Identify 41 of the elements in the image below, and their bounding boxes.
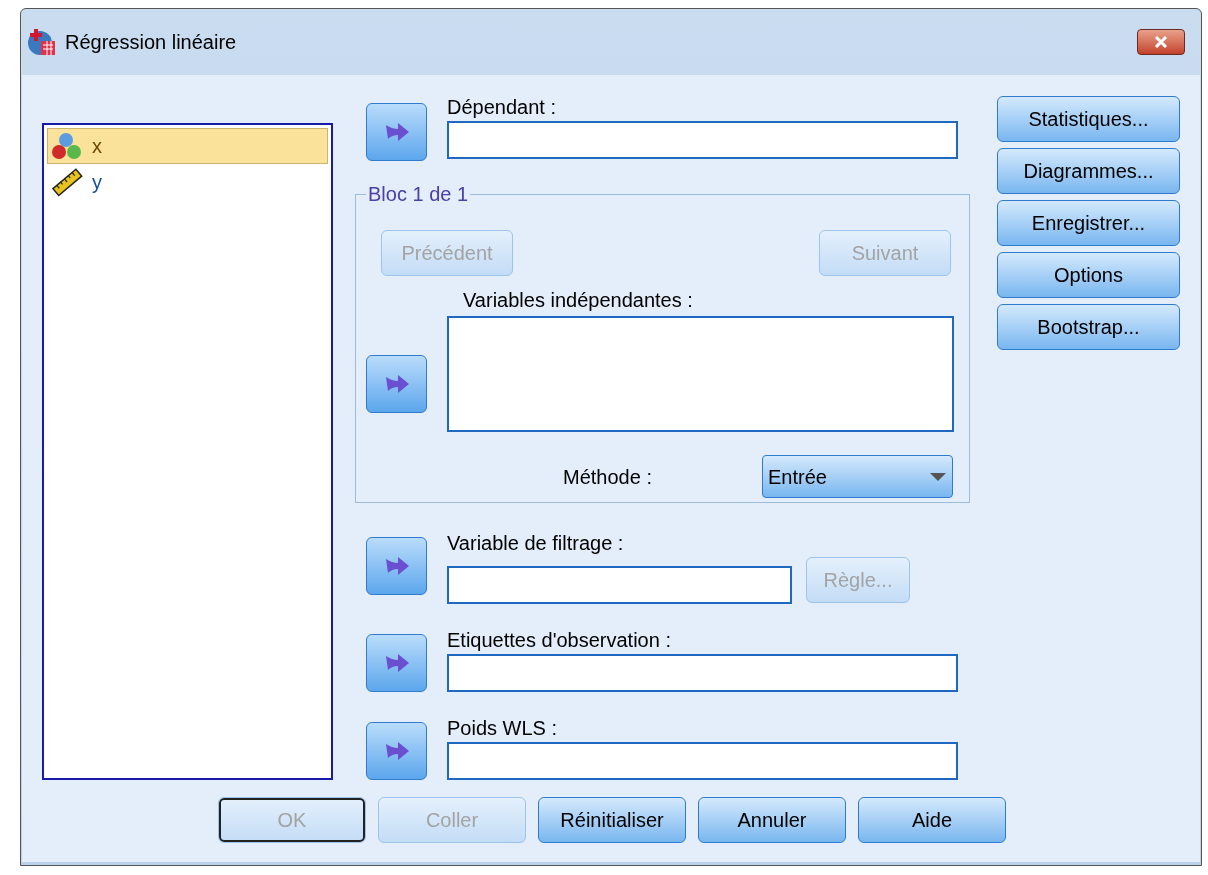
field-label: Variable de filtrage : <box>447 531 625 556</box>
variable-name: x <box>92 134 102 159</box>
input-field[interactable] <box>447 566 792 604</box>
input-field[interactable] <box>447 742 958 780</box>
arrow-icon <box>383 373 410 395</box>
close-icon <box>1154 36 1168 48</box>
field-label: Poids WLS : <box>447 716 559 741</box>
move-arrow-button[interactable] <box>366 537 427 595</box>
move-arrow-button[interactable] <box>366 634 427 692</box>
dialog-button[interactable]: Diagrammes... <box>997 148 1180 194</box>
field-label: Méthode : <box>563 464 652 489</box>
move-arrow-button[interactable] <box>366 103 427 161</box>
circles-icon <box>50 131 84 161</box>
field-label: Dépendant : <box>447 95 557 120</box>
close-button[interactable] <box>1137 29 1185 55</box>
dialog-button[interactable]: Statistiques... <box>997 96 1180 142</box>
input-field[interactable] <box>447 654 958 692</box>
input-field[interactable] <box>447 121 958 159</box>
dropdown-caret-icon <box>929 471 947 482</box>
variable-name: y <box>92 170 102 195</box>
dialog-button[interactable]: Options <box>997 252 1180 298</box>
field-label: Etiquettes d'observation : <box>447 628 672 653</box>
dialog-button[interactable]: Bootstrap... <box>997 304 1180 350</box>
dialog-button[interactable]: Aide <box>858 797 1006 843</box>
arrow-icon <box>383 652 410 674</box>
move-arrow-button[interactable] <box>366 722 427 780</box>
dialog-button[interactable]: Enregistrer... <box>997 200 1180 246</box>
field-label: Variables indépendantes : <box>463 288 694 312</box>
variable-item[interactable]: x <box>47 128 328 164</box>
variable-item[interactable]: y <box>47 164 328 200</box>
window-title: Régression linéaire <box>65 30 237 55</box>
arrow-icon <box>383 555 410 577</box>
method-dropdown[interactable]: Entrée <box>762 455 953 498</box>
arrow-icon <box>383 121 410 143</box>
app-icon <box>27 27 57 57</box>
variable-list[interactable]: x y <box>42 123 333 780</box>
move-arrow-button[interactable] <box>366 355 427 413</box>
dialog-button[interactable]: Réinitialiser <box>538 797 686 843</box>
dialog-button[interactable]: Annuler <box>698 797 846 843</box>
input-field[interactable] <box>447 316 954 432</box>
arrow-icon <box>383 740 410 762</box>
